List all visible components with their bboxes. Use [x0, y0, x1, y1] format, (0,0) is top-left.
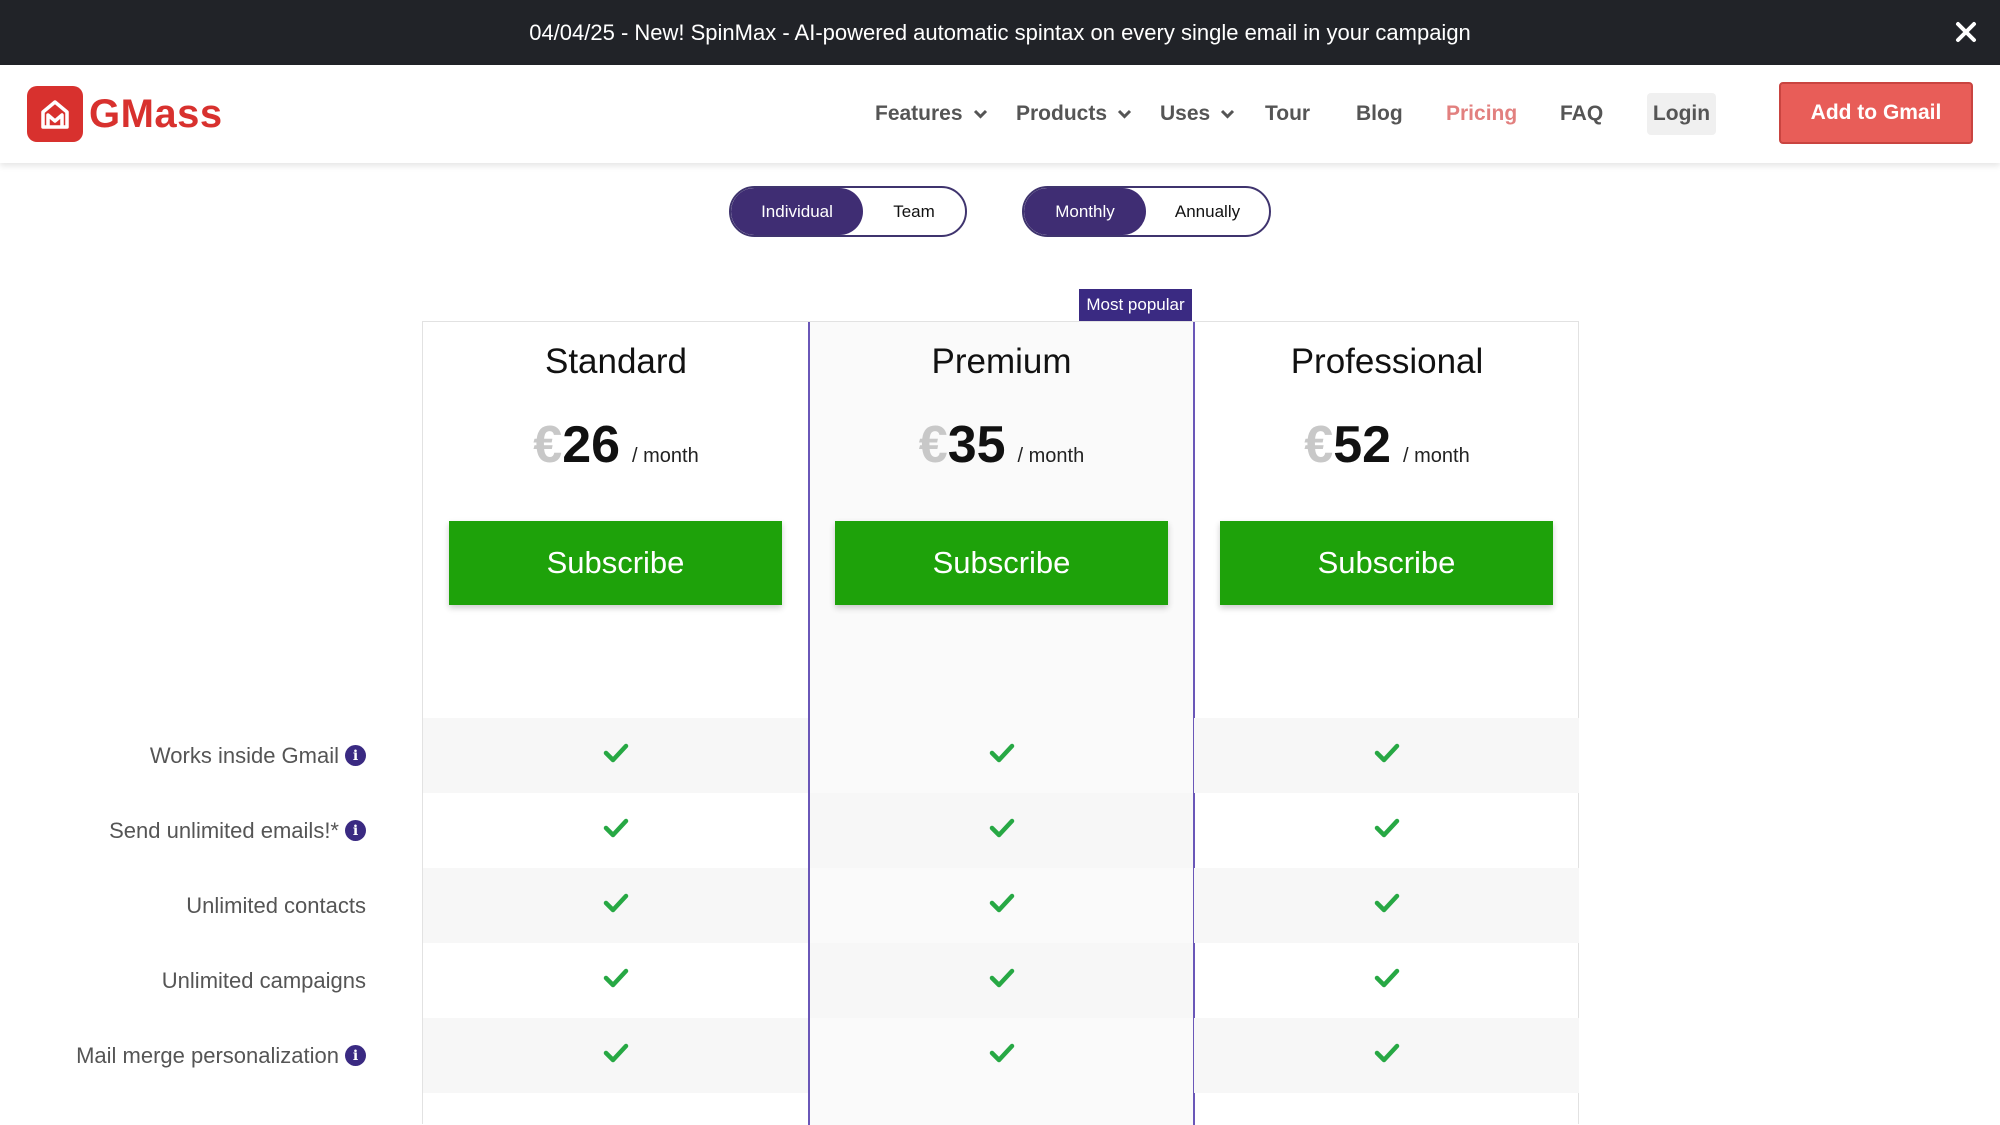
check-icon	[1374, 967, 1400, 994]
plan-price: € 26 / month	[423, 415, 809, 475]
add-to-gmail-button[interactable]: Add to Gmail	[1779, 82, 1973, 144]
feature-cell	[1194, 1018, 1579, 1093]
currency-symbol: €	[533, 416, 563, 474]
check-icon	[603, 817, 629, 844]
gmass-logo-icon	[27, 86, 83, 142]
plan-price: € 52 / month	[1194, 415, 1580, 475]
feature-label-text: Mail merge personalization	[76, 1042, 339, 1068]
nav-features-label: Features	[875, 102, 963, 125]
site-header: GMass Features Products Uses Tour Blog P…	[0, 65, 2000, 163]
price-amount: 52	[1333, 416, 1392, 474]
info-icon[interactable]: i	[345, 820, 366, 841]
plan-name: Premium	[931, 342, 1072, 381]
announcement-text[interactable]: 04/04/25 - New! SpinMax - AI-powered aut…	[529, 20, 1471, 46]
nav-uses-label: Uses	[1160, 102, 1211, 125]
feature-label: Send unlimited emails!* i	[109, 793, 366, 868]
price-amount: 26	[562, 416, 621, 474]
nav-tour[interactable]: Tour	[1265, 92, 1310, 136]
plan-name: Standard	[544, 342, 688, 381]
toggle-team[interactable]: Team	[863, 188, 965, 235]
price-amount: 35	[947, 416, 1006, 474]
chevron-down-icon	[973, 109, 987, 119]
login-button[interactable]: Login	[1647, 93, 1716, 135]
billing-toggle: Monthly Annually	[1022, 186, 1271, 237]
check-icon	[989, 892, 1015, 919]
nav-uses[interactable]: Uses	[1160, 92, 1235, 136]
gmass-logo[interactable]: GMass	[27, 86, 223, 142]
check-icon	[1374, 892, 1400, 919]
price-period: / month	[1403, 445, 1470, 467]
info-icon[interactable]: i	[345, 745, 366, 766]
feature-label: Unlimited contacts	[186, 868, 366, 943]
feature-cell	[423, 718, 808, 793]
feature-cell	[1194, 793, 1579, 868]
check-icon	[989, 967, 1015, 994]
check-icon	[989, 817, 1015, 844]
toggle-monthly[interactable]: Monthly	[1024, 188, 1146, 235]
feature-cell	[1194, 943, 1579, 1018]
feature-cell	[423, 793, 808, 868]
currency-symbol: €	[918, 416, 948, 474]
feature-cell	[810, 868, 1193, 943]
nav-products-label: Products	[1016, 102, 1108, 125]
announcement-bar: 04/04/25 - New! SpinMax - AI-powered aut…	[0, 0, 2000, 65]
chevron-down-icon	[1117, 109, 1132, 119]
feature-cell	[1194, 718, 1579, 793]
feature-cell	[423, 868, 808, 943]
feature-cell	[1194, 868, 1579, 943]
feature-label-text: Unlimited contacts	[186, 892, 366, 918]
feature-cell	[810, 1018, 1193, 1093]
plan-name: Professional	[1290, 342, 1484, 381]
check-icon	[989, 1042, 1015, 1069]
feature-cell	[810, 943, 1193, 1018]
feature-cell	[810, 793, 1193, 868]
feature-cell	[423, 943, 808, 1018]
subscribe-button-standard[interactable]: Subscribe	[449, 521, 782, 605]
feature-label: Unlimited campaigns	[162, 943, 366, 1018]
feature-label: Mail merge personalization i	[76, 1018, 366, 1093]
feature-label: Works inside Gmail i	[150, 718, 366, 793]
check-icon	[1374, 742, 1400, 769]
check-icon	[1374, 1042, 1400, 1069]
feature-label-text: Send unlimited emails!*	[109, 817, 339, 843]
subscribe-button-premium[interactable]: Subscribe	[835, 521, 1168, 605]
check-icon	[603, 892, 629, 919]
chevron-down-icon	[1221, 109, 1235, 119]
check-icon	[603, 967, 629, 994]
nav-pricing[interactable]: Pricing	[1446, 92, 1517, 136]
nav-faq[interactable]: FAQ	[1560, 92, 1603, 136]
logo-text: GMass	[89, 91, 223, 136]
feature-cell	[810, 718, 1193, 793]
check-icon	[603, 742, 629, 769]
price-period: / month	[632, 445, 699, 467]
close-icon[interactable]	[1946, 12, 1986, 52]
most-popular-badge: Most popular	[1079, 289, 1192, 321]
nav-products[interactable]: Products	[1016, 92, 1132, 136]
price-period: / month	[1017, 445, 1085, 467]
toggle-annually[interactable]: Annually	[1146, 188, 1269, 235]
check-icon	[989, 742, 1015, 769]
info-icon[interactable]: i	[345, 1045, 366, 1066]
feature-cell	[423, 1018, 808, 1093]
audience-toggle: Individual Team	[729, 186, 967, 237]
nav-blog[interactable]: Blog	[1356, 92, 1403, 136]
plan-price: € 35 / month	[810, 415, 1193, 475]
feature-label-text: Unlimited campaigns	[161, 967, 366, 993]
subscribe-button-professional[interactable]: Subscribe	[1220, 521, 1553, 605]
feature-label-text: Works inside Gmail	[149, 742, 339, 768]
check-icon	[1374, 817, 1400, 844]
nav-features[interactable]: Features	[875, 92, 988, 136]
currency-symbol: €	[1304, 416, 1334, 474]
toggle-individual[interactable]: Individual	[731, 188, 863, 235]
check-icon	[603, 1042, 629, 1069]
